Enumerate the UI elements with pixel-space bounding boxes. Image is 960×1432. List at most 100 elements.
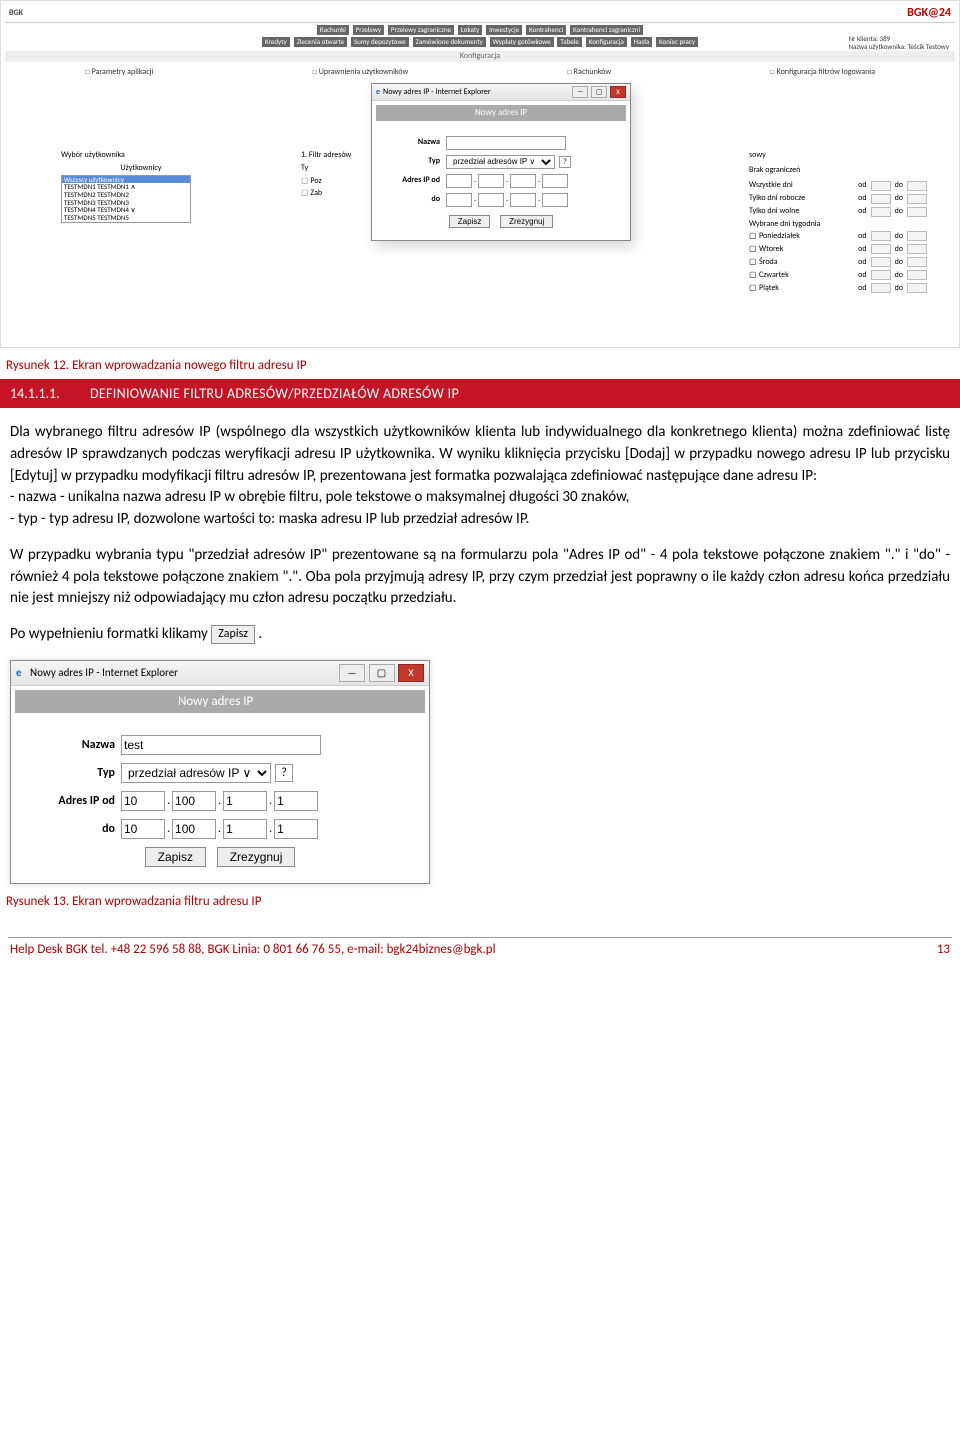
ip-do-oct2[interactable] — [478, 193, 504, 207]
ip-do-oct1[interactable] — [121, 819, 165, 839]
panel-sublabel: Użytkownicy — [61, 164, 221, 173]
row-label: Tylko dni robocze — [749, 194, 856, 203]
time-to[interactable] — [907, 194, 927, 204]
minimize-button[interactable]: — — [572, 86, 588, 98]
zapisz-button[interactable]: Zapisz — [145, 847, 206, 867]
time-to[interactable] — [907, 244, 927, 254]
menu-item[interactable]: Przelewy zagraniczne — [388, 25, 454, 35]
ip-od-oct1[interactable] — [121, 791, 165, 811]
dialog-subtitle: Nowy adres IP — [15, 690, 425, 713]
menu-item[interactable]: Zamówione dokumenty — [413, 37, 486, 47]
menu-item[interactable]: Konfiguracja — [586, 37, 627, 47]
checkbox[interactable]: ▢ — [749, 258, 759, 267]
ip-od-oct3[interactable] — [510, 174, 536, 188]
checkbox[interactable]: ▢ — [749, 271, 759, 280]
menu-item[interactable]: Wypłaty gotówkowe — [490, 37, 554, 47]
typ-select[interactable]: przedział adresów IP ∨ — [121, 763, 271, 783]
ip-od-oct2[interactable] — [478, 174, 504, 188]
menu-item[interactable]: Kontrahenci zagraniczni — [570, 25, 643, 35]
time-to[interactable] — [907, 257, 927, 267]
close-button[interactable]: X — [610, 86, 626, 98]
main-menu-row2: Kredyty Zlecenia otwarte Sumy depozytowe… — [5, 37, 955, 47]
menu-item[interactable]: Kontrahenci — [526, 25, 566, 35]
figure13-caption: Rysunek 13. Ekran wprowadzania filtru ad… — [6, 894, 960, 909]
ip-do-oct4[interactable] — [542, 193, 568, 207]
label: Ty — [301, 164, 351, 173]
menu-item[interactable]: Zlecenia otwarte — [294, 37, 348, 47]
dialog-title: Nowy adres IP - Internet Explorer — [383, 88, 491, 97]
ip-od-oct4[interactable] — [542, 174, 568, 188]
time-from[interactable] — [871, 207, 891, 217]
panel-label: Wybór użytkownika — [61, 151, 221, 160]
ip-do-oct1[interactable] — [446, 193, 472, 207]
list-item[interactable]: TESTMDN5 TESTMDN5 — [62, 214, 190, 222]
ip-do-oct4[interactable] — [274, 819, 318, 839]
figure13-wrap: e Nowy adres IP - Internet Explorer — ▢ … — [10, 660, 960, 884]
help-icon[interactable]: ? — [559, 156, 571, 168]
row-label: Środa — [759, 258, 856, 267]
nazwa-input[interactable] — [446, 136, 566, 150]
time-restrictions-panel: sowy Brak ograniczeń Wszystkie dnioddo T… — [749, 151, 929, 296]
menu-item[interactable]: Tabele — [557, 37, 581, 47]
page-footer: Help Desk BGK tel. +48 22 596 58 88, BGK… — [0, 942, 960, 967]
tab-row: Parametry aplikacji Uprawnienia użytkown… — [85, 68, 875, 77]
checkbox[interactable]: ▢ — [749, 232, 759, 241]
close-button[interactable]: X — [398, 664, 424, 682]
ip-od-oct2[interactable] — [172, 791, 216, 811]
checkbox-poz[interactable]: Poz — [301, 177, 351, 186]
scroll-up-icon[interactable]: ∧ — [418, 690, 427, 705]
ie-icon: e — [376, 88, 380, 97]
time-to[interactable] — [907, 270, 927, 280]
checkbox-zab[interactable]: Zab — [301, 189, 351, 198]
menu-item[interactable]: Rachunki — [317, 25, 349, 35]
dialog-titlebar: e Nowy adres IP - Internet Explorer — ▢ … — [11, 661, 429, 686]
ip-do-label: do — [382, 195, 440, 204]
menu-item[interactable]: Hasła — [631, 37, 653, 47]
menu-item[interactable]: Przelewy — [353, 25, 384, 35]
nazwa-input[interactable] — [121, 735, 321, 755]
new-ip-dialog-big: e Nowy adres IP - Internet Explorer — ▢ … — [10, 660, 430, 884]
zrezygnuj-button[interactable]: Zrezygnuj — [500, 215, 553, 228]
typ-select[interactable]: przedział adresów IP ∨ — [446, 155, 555, 169]
time-from[interactable] — [871, 244, 891, 254]
time-from[interactable] — [871, 231, 891, 241]
checkbox[interactable]: ▢ — [749, 245, 759, 254]
time-to[interactable] — [907, 207, 927, 217]
time-from[interactable] — [871, 283, 891, 293]
menu-item[interactable]: Lokaty — [458, 25, 483, 35]
page-number: 13 — [937, 942, 950, 957]
ip-do-oct2[interactable] — [172, 819, 216, 839]
user-listbox[interactable]: Wszyscy użytkownicy TESTMDN1 TESTMDN1 ∧ … — [61, 175, 191, 223]
time-from[interactable] — [871, 257, 891, 267]
menu-item[interactable]: Kredyty — [262, 37, 290, 47]
dialog-title: Nowy adres IP - Internet Explorer — [30, 666, 178, 679]
maximize-button[interactable]: ▢ — [369, 664, 395, 682]
time-to[interactable] — [907, 181, 927, 191]
panel-label: 1. Filtr adresów — [301, 151, 351, 160]
menu-item[interactable]: Inwestycje — [486, 25, 522, 35]
zrezygnuj-button[interactable]: Zrezygnuj — [217, 847, 296, 867]
time-from[interactable] — [871, 194, 891, 204]
ip-od-oct4[interactable] — [274, 791, 318, 811]
ip-od-oct1[interactable] — [446, 174, 472, 188]
maximize-button[interactable]: ▢ — [591, 86, 607, 98]
minimize-button[interactable]: — — [339, 664, 365, 682]
time-to[interactable] — [907, 283, 927, 293]
tab-login-filters[interactable]: Konfiguracja filtrów logowania — [770, 68, 875, 77]
menu-item[interactable]: Sumy depozytowe — [351, 37, 409, 47]
time-to[interactable] — [907, 231, 927, 241]
checkbox[interactable]: ▢ — [749, 284, 759, 293]
dialog-titlebar: eNowy adres IP - Internet Explorer — ▢ X — [372, 84, 630, 101]
time-from[interactable] — [871, 270, 891, 280]
ip-do-oct3[interactable] — [223, 819, 267, 839]
time-from[interactable] — [871, 181, 891, 191]
zapisz-button[interactable]: Zapisz — [449, 215, 491, 228]
ip-od-oct3[interactable] — [223, 791, 267, 811]
menu-item[interactable]: Koniec pracy — [656, 37, 698, 47]
help-icon[interactable]: ? — [275, 764, 293, 782]
tab-permissions[interactable]: Uprawnienia użytkowników — [312, 68, 408, 77]
row-label: Poniedziałek — [759, 232, 856, 241]
tab-params[interactable]: Parametry aplikacji — [85, 68, 153, 77]
ip-do-oct3[interactable] — [510, 193, 536, 207]
tab-accounts[interactable]: Rachunków — [567, 68, 611, 77]
